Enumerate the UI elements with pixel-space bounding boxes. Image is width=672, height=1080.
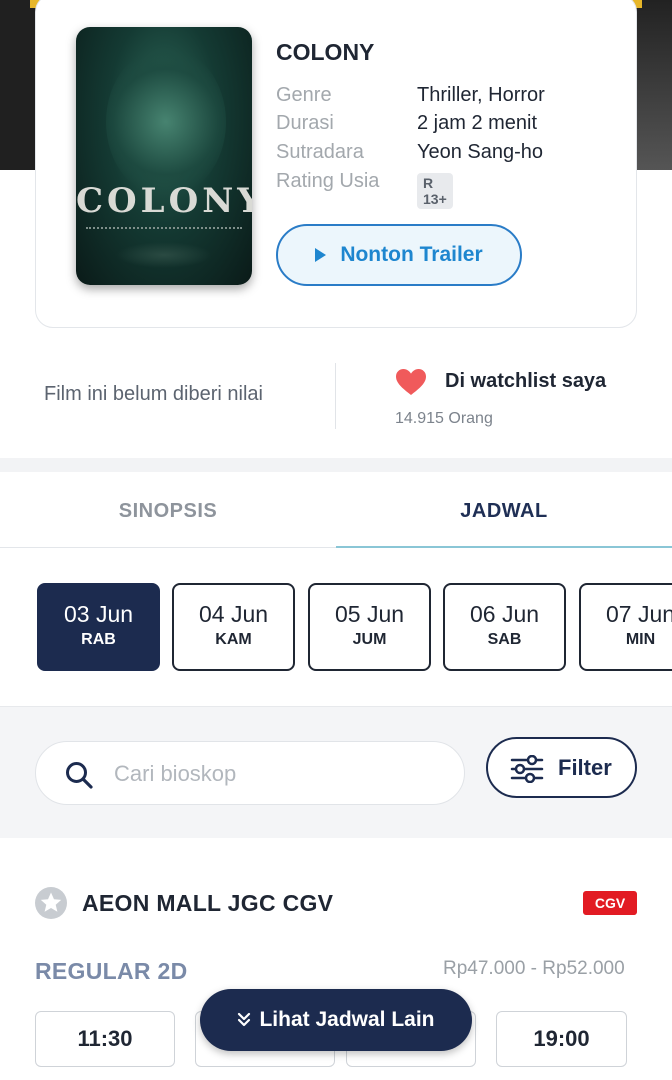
date-chip-date: 05 Jun	[334, 601, 405, 627]
poster-credits	[86, 227, 242, 231]
date-chip[interactable]: 05 Jun JUM	[308, 583, 431, 671]
date-chip-date: 06 Jun	[469, 601, 540, 627]
poster-artwork	[106, 47, 226, 197]
date-chip-day: RAB	[81, 631, 116, 648]
movie-title: COLONY	[276, 39, 375, 65]
date-chip-date: 03 Jun	[63, 601, 134, 627]
movie-detail-page: COLONY COLONY Genre Thriller, Horror Dur…	[0, 0, 672, 1080]
backdrop-left	[0, 0, 36, 170]
duration-label: Durasi	[276, 112, 334, 134]
divider	[335, 363, 336, 429]
date-chip-day: JUM	[352, 631, 387, 648]
age-rating-badge: R 13+	[417, 173, 453, 209]
rating-status[interactable]: Film ini belum diberi nilai	[44, 383, 263, 406]
date-chip[interactable]: 07 Jun MIN	[579, 583, 672, 671]
date-chip[interactable]: 04 Jun KAM	[172, 583, 295, 671]
backdrop-right	[636, 0, 672, 170]
poster-title: COLONY	[76, 181, 252, 221]
cinema-search-input[interactable]	[114, 754, 444, 794]
showtime-chip[interactable]: 11:30	[35, 1011, 175, 1067]
filter-label: Filter	[558, 755, 612, 780]
cinema-search-box[interactable]	[35, 741, 465, 805]
genre-value: Thriller, Horror	[417, 84, 545, 106]
date-chip[interactable]: 06 Jun SAB	[443, 583, 566, 671]
tab-active-indicator	[336, 546, 672, 548]
cinema-name[interactable]: AEON MALL JGC CGV	[82, 890, 333, 917]
genre-label: Genre	[276, 84, 332, 106]
date-selector: 03 Jun RAB 04 Jun KAM 05 Jun JUM 06 Jun …	[0, 583, 672, 671]
date-chip-date: 07 Jun	[605, 601, 672, 627]
director-value: Yeon Sang-ho	[417, 141, 544, 163]
date-chip-day: SAB	[487, 631, 522, 648]
date-chip[interactable]: 03 Jun RAB	[37, 583, 160, 671]
section-separator	[0, 458, 672, 472]
age-rating-label: Rating Usia	[276, 170, 380, 192]
duration-value: 2 jam 2 menit	[417, 112, 538, 134]
tab-jadwal[interactable]: JADWAL	[336, 473, 672, 549]
play-icon	[315, 248, 327, 262]
price-range: Rp47.000 - Rp52.000	[443, 958, 625, 979]
date-chip-day: MIN	[625, 631, 656, 648]
heart-icon[interactable]	[395, 368, 427, 396]
filter-sliders-icon	[510, 755, 544, 783]
more-schedule-button[interactable]: Lihat Jadwal Lain	[200, 989, 472, 1051]
watchlist-count: 14.915 Orang	[395, 410, 493, 427]
cinema-brand-badge: CGV	[583, 891, 637, 915]
poster-figures	[116, 242, 212, 268]
showtime-chip[interactable]: 19:00	[496, 1011, 627, 1067]
more-schedule-label: Lihat Jadwal Lain	[259, 1008, 435, 1031]
format-label: REGULAR 2D	[35, 958, 188, 984]
director-label: Sutradara	[276, 141, 364, 163]
tab-sinopsis[interactable]: SINOPSIS	[0, 473, 336, 549]
movie-info-card: COLONY COLONY Genre Thriller, Horror Dur…	[35, 0, 637, 328]
search-icon	[66, 762, 93, 789]
watch-trailer-label: Nonton Trailer	[340, 243, 483, 266]
date-chip-date: 04 Jun	[198, 601, 269, 627]
date-chip-day: KAM	[215, 631, 252, 648]
movie-poster[interactable]: COLONY	[76, 27, 252, 285]
filter-button[interactable]: Filter	[486, 737, 637, 798]
favorite-star-icon[interactable]	[34, 886, 68, 920]
watchlist-label[interactable]: Di watchlist saya	[445, 370, 606, 393]
watch-trailer-button[interactable]: Nonton Trailer	[276, 224, 522, 286]
double-chevron-down-icon	[238, 1012, 251, 1027]
